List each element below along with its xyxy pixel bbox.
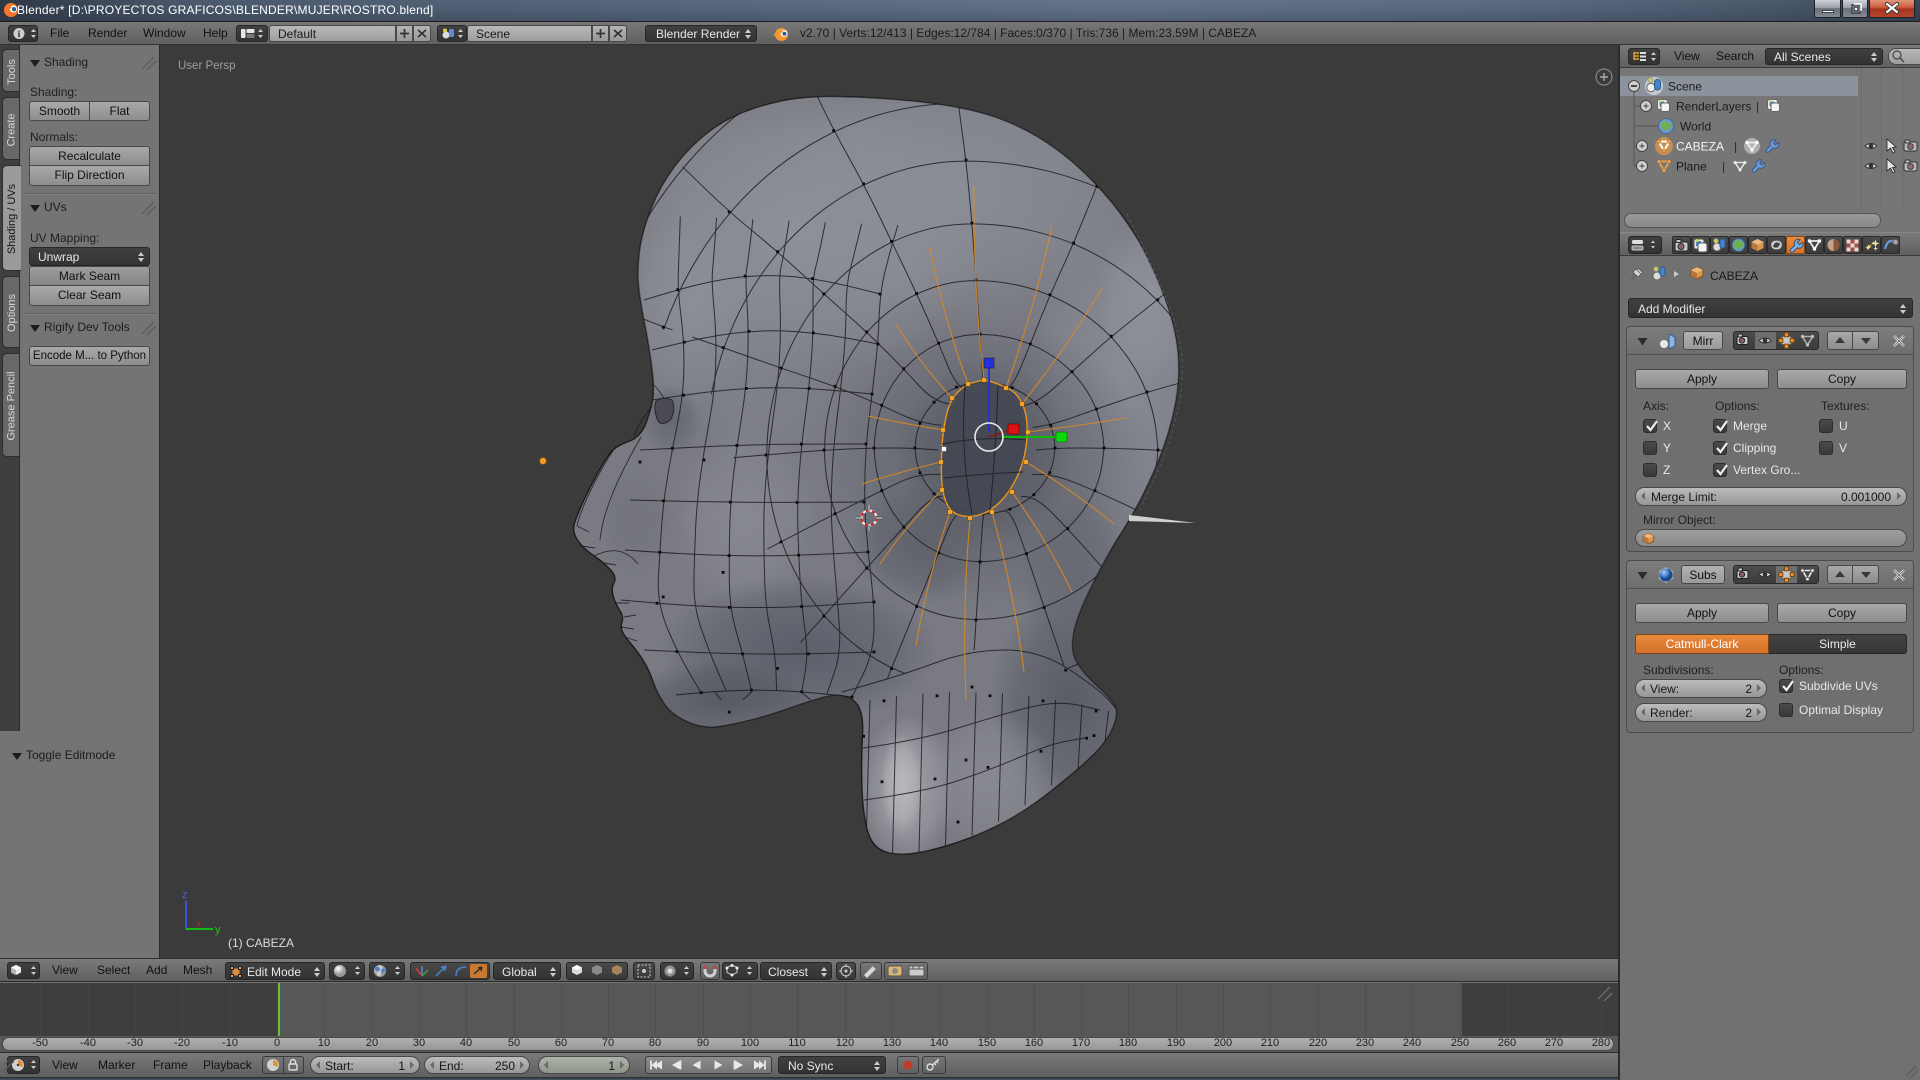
svg-text:|: | <box>1722 160 1725 174</box>
svg-text:Plane: Plane <box>1676 160 1707 174</box>
svg-text:y: y <box>215 924 221 936</box>
svg-text:|: | <box>1734 140 1737 154</box>
svg-text:CABEZA: CABEZA <box>1710 269 1758 283</box>
svg-text:x: x <box>196 919 201 930</box>
svg-text:Scene: Scene <box>1668 80 1702 94</box>
svg-text:User Persp: User Persp <box>178 60 236 72</box>
svg-text:z: z <box>182 889 188 901</box>
svg-text:|: | <box>1756 100 1759 114</box>
svg-text:CABEZA: CABEZA <box>1676 140 1724 154</box>
svg-text:World: World <box>1680 120 1711 134</box>
svg-text:(1) CABEZA: (1) CABEZA <box>228 936 294 950</box>
svg-text:RenderLayers: RenderLayers <box>1676 100 1751 114</box>
